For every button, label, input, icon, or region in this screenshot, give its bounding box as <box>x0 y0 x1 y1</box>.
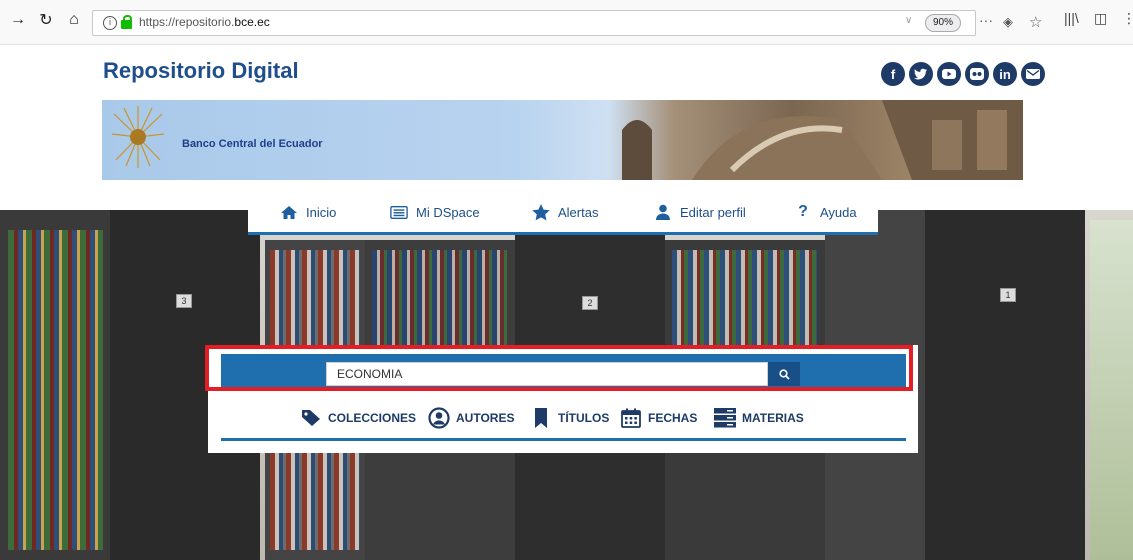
youtube-icon[interactable] <box>937 62 961 86</box>
shelf-number-label: 2 <box>582 296 598 310</box>
user-icon <box>654 204 672 220</box>
tag-icon <box>300 408 322 428</box>
user-circle-icon <box>428 407 450 429</box>
menu-item-label: Ayuda <box>820 204 857 220</box>
sidebar-icon[interactable]: ◫ <box>1094 10 1107 27</box>
home-icon <box>280 204 298 220</box>
url-text[interactable]: https://repositorio.bce.ec <box>139 15 270 29</box>
banner-text: Banco Central del Ecuador <box>182 138 323 150</box>
browse-materias[interactable]: MATERIAS <box>714 408 804 428</box>
browse-label: FECHAS <box>648 411 698 425</box>
library-icon[interactable]: |||\ <box>1064 10 1079 26</box>
forward-arrow-icon[interactable]: → <box>6 8 30 32</box>
building-facade-image <box>622 100 1023 180</box>
browse-titulos[interactable]: TÍTULOS <box>530 408 609 428</box>
browse-colecciones[interactable]: COLECCIONES <box>300 408 416 428</box>
browse-autores[interactable]: AUTORES <box>428 407 515 429</box>
address-bar[interactable]: i https://repositorio.bce.ec ∨ 90% ··· ◈… <box>92 10 1042 36</box>
calendar-icon <box>620 408 642 428</box>
overflow-menu-icon[interactable]: ⋮ <box>1122 10 1133 27</box>
facebook-icon[interactable]: f <box>881 62 905 86</box>
highlight-frame <box>205 345 913 391</box>
list-icon <box>390 204 408 220</box>
menu-item-inicio[interactable]: Inicio <box>280 204 336 220</box>
main-menu: Inicio Mi DSpace Alertas Editar perfil ?… <box>248 194 878 235</box>
chevron-down-icon[interactable]: ∨ <box>905 15 912 26</box>
condor-emblem-icon <box>111 106 165 168</box>
menu-item-alertas[interactable]: Alertas <box>532 203 599 220</box>
lock-icon[interactable] <box>121 15 132 29</box>
more-icon[interactable]: ··· <box>979 12 993 28</box>
bookmark-star-icon[interactable]: ☆ <box>1029 13 1042 31</box>
browse-label: AUTORES <box>456 411 515 425</box>
menu-item-label: Inicio <box>306 204 337 220</box>
flickr-icon[interactable] <box>965 62 989 86</box>
menu-item-label: Alertas <box>558 204 599 220</box>
mail-icon[interactable] <box>1021 62 1045 86</box>
browse-label: COLECCIONES <box>328 411 417 425</box>
site-title[interactable]: Repositorio Digital <box>103 58 299 84</box>
bookmark-icon <box>530 408 552 428</box>
star-icon <box>532 203 550 220</box>
question-icon: ? <box>798 203 808 220</box>
shelf-number-label: 1 <box>1000 288 1016 302</box>
menu-item-label: Editar perfil <box>680 204 746 220</box>
twitter-icon[interactable] <box>909 62 933 86</box>
reload-icon[interactable]: ↻ <box>34 8 58 32</box>
browser-toolbar: → ↻ ⌂ i https://repositorio.bce.ec ∨ 90%… <box>0 0 1133 45</box>
menu-item-label: Mi DSpace <box>416 204 480 220</box>
zoom-indicator[interactable]: 90% <box>925 14 961 32</box>
linkedin-icon[interactable]: in <box>993 62 1017 86</box>
header-banner: Banco Central del Ecuador <box>102 100 1023 180</box>
home-browser-icon[interactable]: ⌂ <box>62 8 86 32</box>
menu-item-ayuda[interactable]: ? Ayuda <box>794 203 857 220</box>
browse-label: TÍTULOS <box>558 411 610 425</box>
pocket-icon[interactable]: ◈ <box>1003 14 1013 30</box>
panel-divider <box>221 438 906 441</box>
browse-fechas[interactable]: FECHAS <box>620 408 697 428</box>
browse-label: MATERIAS <box>742 411 804 425</box>
info-icon[interactable]: i <box>103 16 117 30</box>
menu-item-mi-dspace[interactable]: Mi DSpace <box>390 204 480 220</box>
server-icon <box>714 408 736 428</box>
shelf-number-label: 3 <box>176 294 192 308</box>
menu-item-editar-perfil[interactable]: Editar perfil <box>654 204 746 220</box>
